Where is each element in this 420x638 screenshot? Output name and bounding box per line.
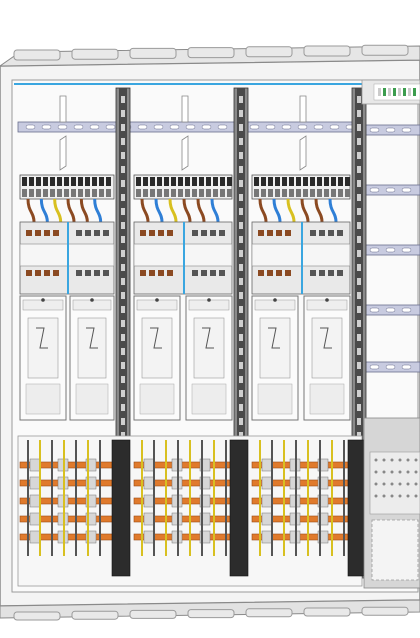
vent-hole <box>414 482 418 486</box>
housing-foot <box>361 606 409 616</box>
mounting-rail <box>361 304 420 316</box>
meter-module <box>251 295 299 421</box>
terminal-strip <box>413 88 416 96</box>
vent-hole <box>390 458 394 462</box>
housing-ridge <box>245 46 293 58</box>
busbar-clamp <box>229 439 249 577</box>
vent-hole <box>406 458 410 462</box>
terminal-strip <box>383 88 386 96</box>
housing-foot <box>245 608 293 618</box>
vent-hole <box>406 470 410 474</box>
terminal-block <box>133 174 233 200</box>
hanger-bracket <box>59 95 67 123</box>
housing-ridge <box>187 47 235 59</box>
mounting-rail <box>361 184 420 196</box>
vent-hole <box>382 482 386 486</box>
terminal-strip <box>378 88 381 96</box>
vent-hole <box>382 494 386 498</box>
housing-foot <box>71 610 119 620</box>
terminal-strip <box>388 88 391 96</box>
cover-plate <box>371 519 419 581</box>
vent-hole <box>414 494 418 498</box>
hanger-bracket <box>299 135 307 171</box>
meter-module <box>19 295 67 421</box>
hanger-bracket <box>59 135 67 171</box>
meter-module <box>133 295 181 421</box>
vent-hole <box>398 458 402 462</box>
housing-ridge <box>13 49 61 61</box>
vent-hole <box>398 494 402 498</box>
vent-hole <box>414 458 418 462</box>
hanger-bracket <box>181 135 189 171</box>
adapter-module <box>19 221 115 295</box>
mounting-rail <box>17 121 361 133</box>
hanger-bracket <box>181 95 189 123</box>
busbar-clamp <box>347 439 367 577</box>
housing-ridge <box>303 45 351 57</box>
hanger-bracket <box>299 95 307 123</box>
busbar-clamp <box>111 439 131 577</box>
meter-module <box>303 295 351 421</box>
housing-foot <box>303 607 351 617</box>
adapter-module <box>133 221 233 295</box>
adapter-module <box>251 221 351 295</box>
vent-hole <box>398 482 402 486</box>
vent-hole <box>374 482 378 486</box>
cabinet-drawing <box>0 0 420 638</box>
mounting-rail <box>361 244 420 256</box>
housing-ridge <box>361 44 409 56</box>
terminal-strip <box>398 88 401 96</box>
busbar-section <box>17 435 367 587</box>
adapter-modules <box>19 221 351 295</box>
terminal-block <box>19 174 115 200</box>
housing-foot <box>13 611 61 621</box>
mounting-rail <box>361 361 420 373</box>
vent-hole <box>390 482 394 486</box>
vent-hole <box>374 470 378 474</box>
vent-hole <box>398 470 402 474</box>
vent-hole <box>374 494 378 498</box>
vent-hole <box>414 470 418 474</box>
terminal-block <box>251 174 351 200</box>
housing-foot <box>187 609 235 619</box>
vent-hole <box>406 494 410 498</box>
terminal-strip <box>403 88 406 96</box>
housing-ridge <box>129 47 177 59</box>
vent-hole <box>374 458 378 462</box>
housing-ridge <box>71 48 119 60</box>
vent-hole <box>382 470 386 474</box>
vent-hole <box>406 482 410 486</box>
vent-hole <box>390 494 394 498</box>
terminal-block-row <box>19 174 351 200</box>
meter-module <box>185 295 233 421</box>
vent-hole <box>390 470 394 474</box>
mounting-rail <box>361 124 420 136</box>
meter-module <box>69 295 115 421</box>
terminal-strip <box>408 88 411 96</box>
terminal-strip <box>393 88 396 96</box>
vent-hole <box>382 458 386 462</box>
housing-foot <box>129 609 177 619</box>
